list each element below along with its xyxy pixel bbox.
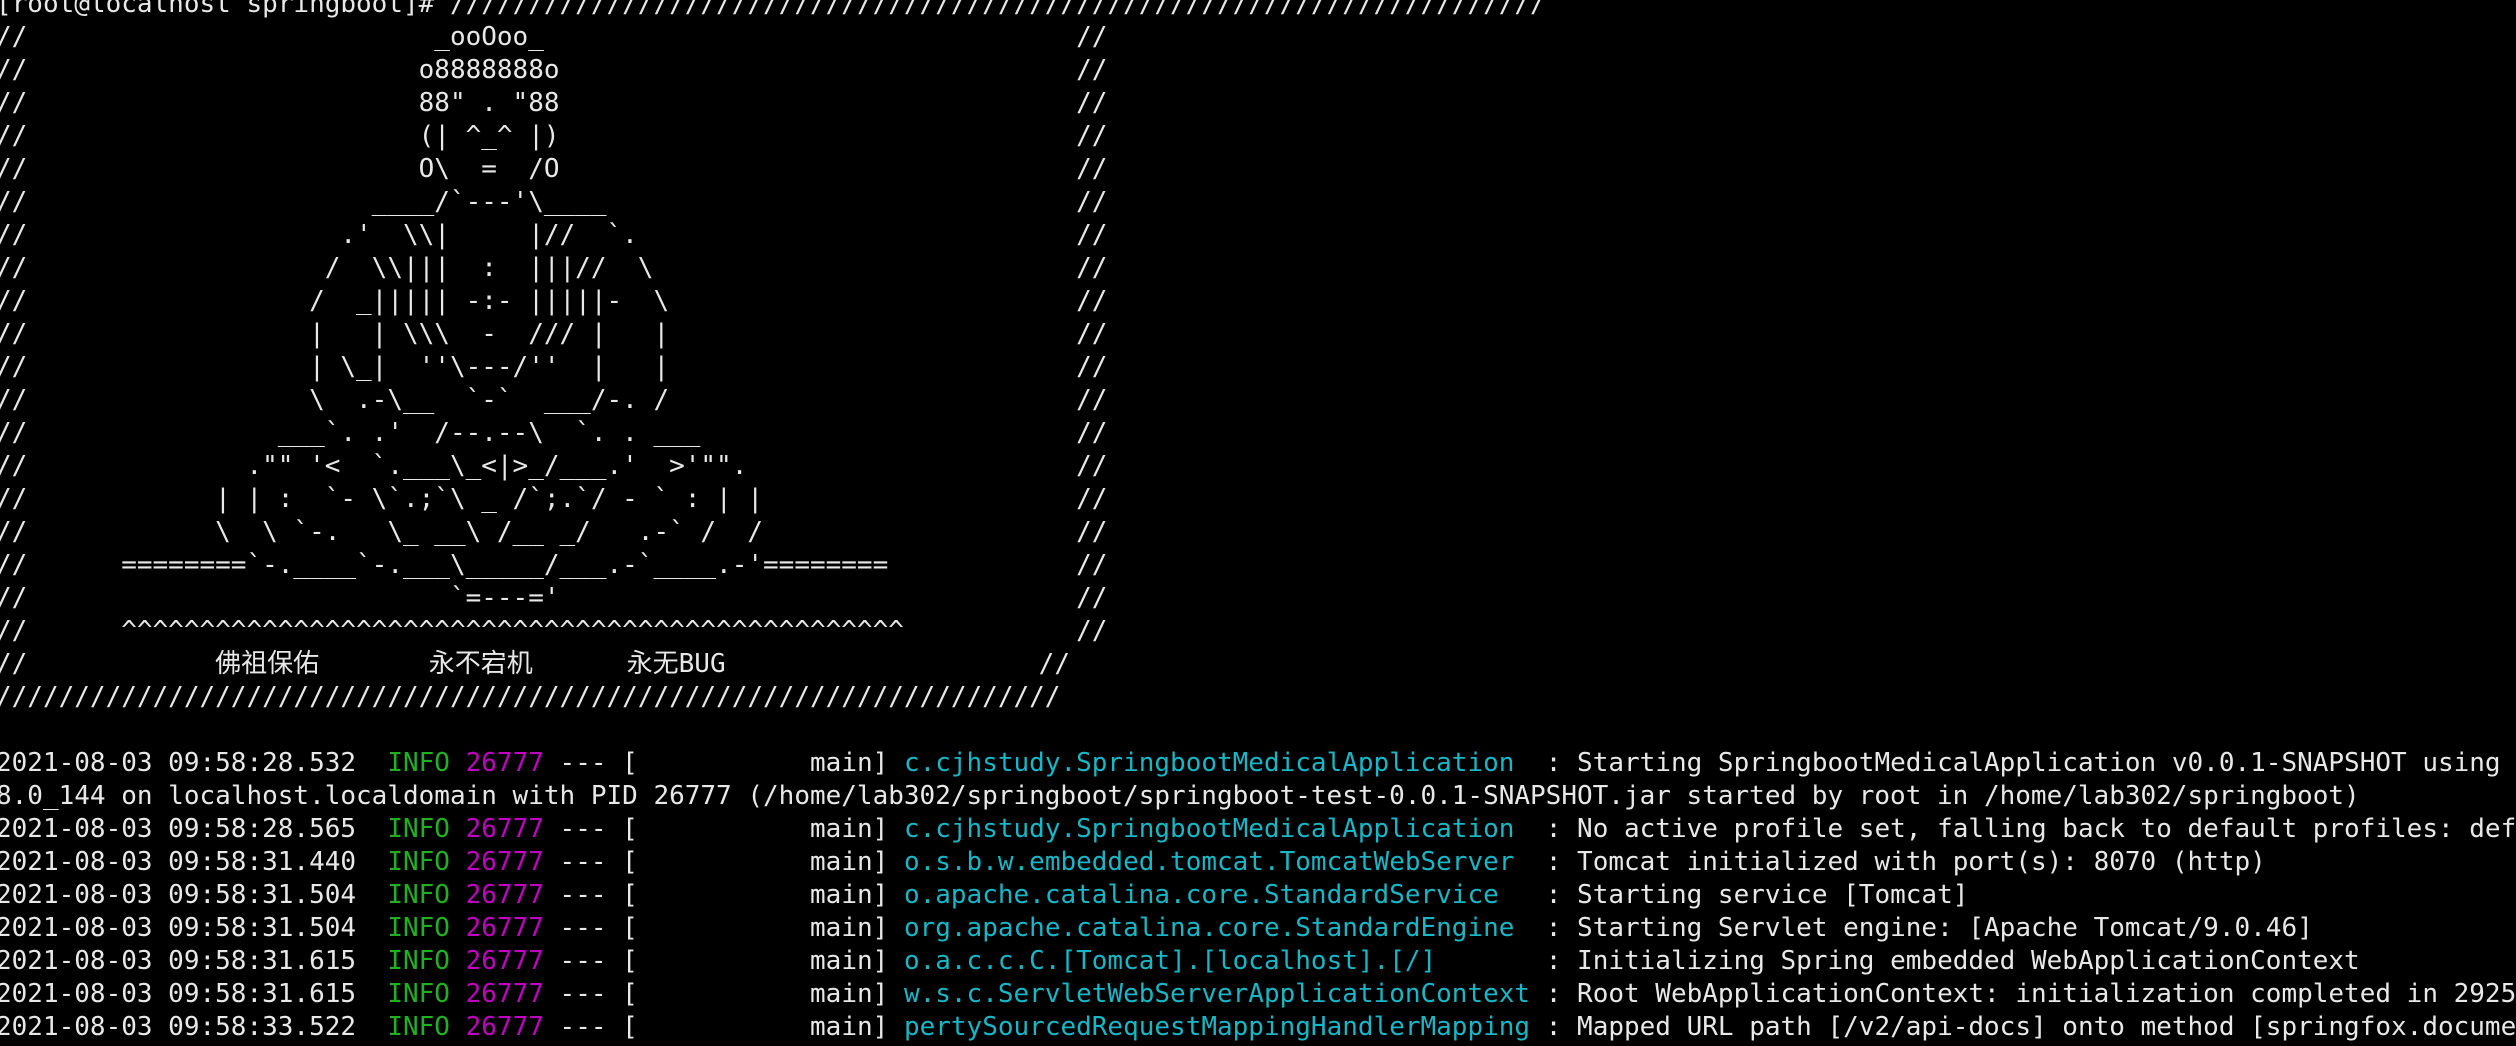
log-level: INFO [387,913,450,943]
banner-line: // ____/`---'\____ // [0,187,1108,217]
log-separator: --- [ [543,847,638,877]
log-line: 2021-08-03 09:58:28.532 INFO 26777 --- [… [0,747,2516,780]
banner-line: ////////////////////////////////////////… [0,682,1061,712]
banner-line: // .' \\| |// `. // [0,220,1108,250]
log-pid: 26777 [465,979,544,1009]
banner-blessing-line: // 佛祖保佑 永不宕机 永无BUG // [0,649,1070,679]
banner-line: // `=---=' // [0,583,1108,613]
log-level: INFO [387,1012,450,1042]
shell-prompt: [root@localhost springboot]# [0,0,450,19]
log-thread: main] [637,847,904,877]
log-separator: --- [ [543,979,638,1009]
log-line: 2021-08-03 09:58:33.522 INFO 26777 --- [… [0,1011,2516,1044]
log-pid: 26777 [465,814,544,844]
log-pid: 26777 [465,880,544,910]
log-message: : Initializing Spring embedded WebApplic… [1530,946,2360,976]
log-line: 2021-08-03 09:58:28.565 INFO 26777 --- [… [0,813,2516,846]
log-logger: o.apache.catalina.core.StandardService [903,880,1531,910]
log-message: : Starting SpringbootMedicalApplication … [1545,748,2501,778]
log-level: INFO [387,880,450,910]
banner-line: // \ \ `-. \_ __\ /__ _/ .-` / / // [0,517,1108,547]
log-separator: --- [ [543,946,638,976]
log-line: 2021-08-03 09:58:31.615 INFO 26777 --- [… [0,978,2516,1011]
log-timestamp: 2021-08-03 09:58:31.504 [0,913,357,943]
log-thread: main] [637,1012,904,1042]
banner-line: // / \\||| : |||// \ // [0,253,1108,283]
log-line: 2021-08-03 09:58:31.615 INFO 26777 --- [… [0,945,2360,978]
log-message: : Mapped URL path [/v2/api-docs] onto me… [1545,1012,2516,1042]
log-message: : Starting service [Tomcat] [1530,880,1969,910]
log-line: 2021-08-03 09:58:31.504 INFO 26777 --- [… [0,879,1968,912]
banner-line: ////////////////////////////////////////… [449,0,1546,19]
log-timestamp: 2021-08-03 09:58:31.504 [0,880,357,910]
log-pid: 26777 [465,946,544,976]
prompt-line: [root@localhost springboot]# ///////////… [0,0,1546,21]
banner-line: // | | \\\ - /// | | // [0,319,1108,349]
banner-line: // (| ^_^ |) // [0,121,1108,151]
log-pid: 26777 [465,847,544,877]
log-logger: w.s.c.ServletWebServerApplicationContext [903,979,1531,1009]
log-line: 2021-08-03 09:58:31.440 INFO 26777 --- [… [0,846,2266,879]
log-thread: main] [637,814,904,844]
log-thread: main] [637,979,904,1009]
log-line: 2021-08-03 09:58:31.504 INFO 26777 --- [… [0,912,2313,945]
log-separator: --- [ [543,913,638,943]
log-message: : Tomcat initialized with port(s): 8070 … [1530,847,2266,877]
log-thread: main] [637,913,904,943]
log-separator: --- [ [543,880,638,910]
banner-line: // _ooOoo_ // [0,22,1108,52]
log-logger: org.apache.catalina.core.StandardEngine [903,913,1531,943]
log-thread: main] [637,946,904,976]
banner-line: // O\ = /O // [0,154,1108,184]
log-line-continuation: 8.0_144 on localhost.localdomain with PI… [0,781,2360,811]
log-timestamp: 2021-08-03 09:58:28.532 [0,748,357,778]
log-timestamp: 2021-08-03 09:58:33.522 [0,1012,357,1042]
log-timestamp: 2021-08-03 09:58:28.565 [0,814,357,844]
log-separator: --- [ [543,814,638,844]
log-level: INFO [387,748,450,778]
log-separator: --- [ [543,1012,638,1042]
log-logger: pertySourcedRequestMappingHandlerMapping [903,1012,1531,1042]
log-separator: --- [ [543,748,638,778]
log-logger: c.cjhstudy.SpringbootMedicalApplication [903,748,1531,778]
log-logger: o.s.b.w.embedded.tomcat.TomcatWebServer [903,847,1531,877]
log-message: : No active profile set, falling back to… [1530,814,2516,844]
log-logger: c.cjhstudy.SpringbootMedicalApplication [903,814,1531,844]
banner-line: // ___`. .' /--.--\ `. . ___ // [0,418,1108,448]
banner-line: // | \_| ''\---/'' | | // [0,352,1108,382]
log-level: INFO [387,946,450,976]
log-level: INFO [387,814,450,844]
log-level: INFO [387,847,450,877]
banner-line: // ."" '< `.___\_<|>_/___.' >'"". // [0,451,1108,481]
banner-line: // / _||||| -:- |||||- \ // [0,286,1108,316]
terminal-window[interactable]: [root@localhost springboot]# ///////////… [0,0,2516,1046]
log-pid: 26777 [465,913,544,943]
banner-line: // \ .-\__ `-` ___/-. / // [0,385,1108,415]
banner-line: // 88" . "88 // [0,88,1108,118]
log-thread: main] [637,880,904,910]
log-pid: 26777 [465,1012,544,1042]
log-timestamp: 2021-08-03 09:58:31.615 [0,946,357,976]
banner-line: // ========`-.____`-.___\_____/___.-`___… [0,550,1108,580]
log-logger: o.a.c.c.C.[Tomcat].[localhost].[/] [903,946,1531,976]
log-thread: main] [637,748,904,778]
log-timestamp: 2021-08-03 09:58:31.440 [0,847,357,877]
banner-line: // | | : `- \`.;`\ _ /`;.`/ - ` : | | // [0,484,1108,514]
log-level: INFO [387,979,450,1009]
log-message: : Root WebApplicationContext: initializa… [1530,979,2516,1009]
log-timestamp: 2021-08-03 09:58:31.615 [0,979,357,1009]
log-message: : Starting Servlet engine: [Apache Tomca… [1530,913,2313,943]
banner-line: // o8888888o // [0,55,1108,85]
banner-line: // ^^^^^^^^^^^^^^^^^^^^^^^^^^^^^^^^^^^^^… [0,616,1108,646]
log-pid: 26777 [465,748,544,778]
